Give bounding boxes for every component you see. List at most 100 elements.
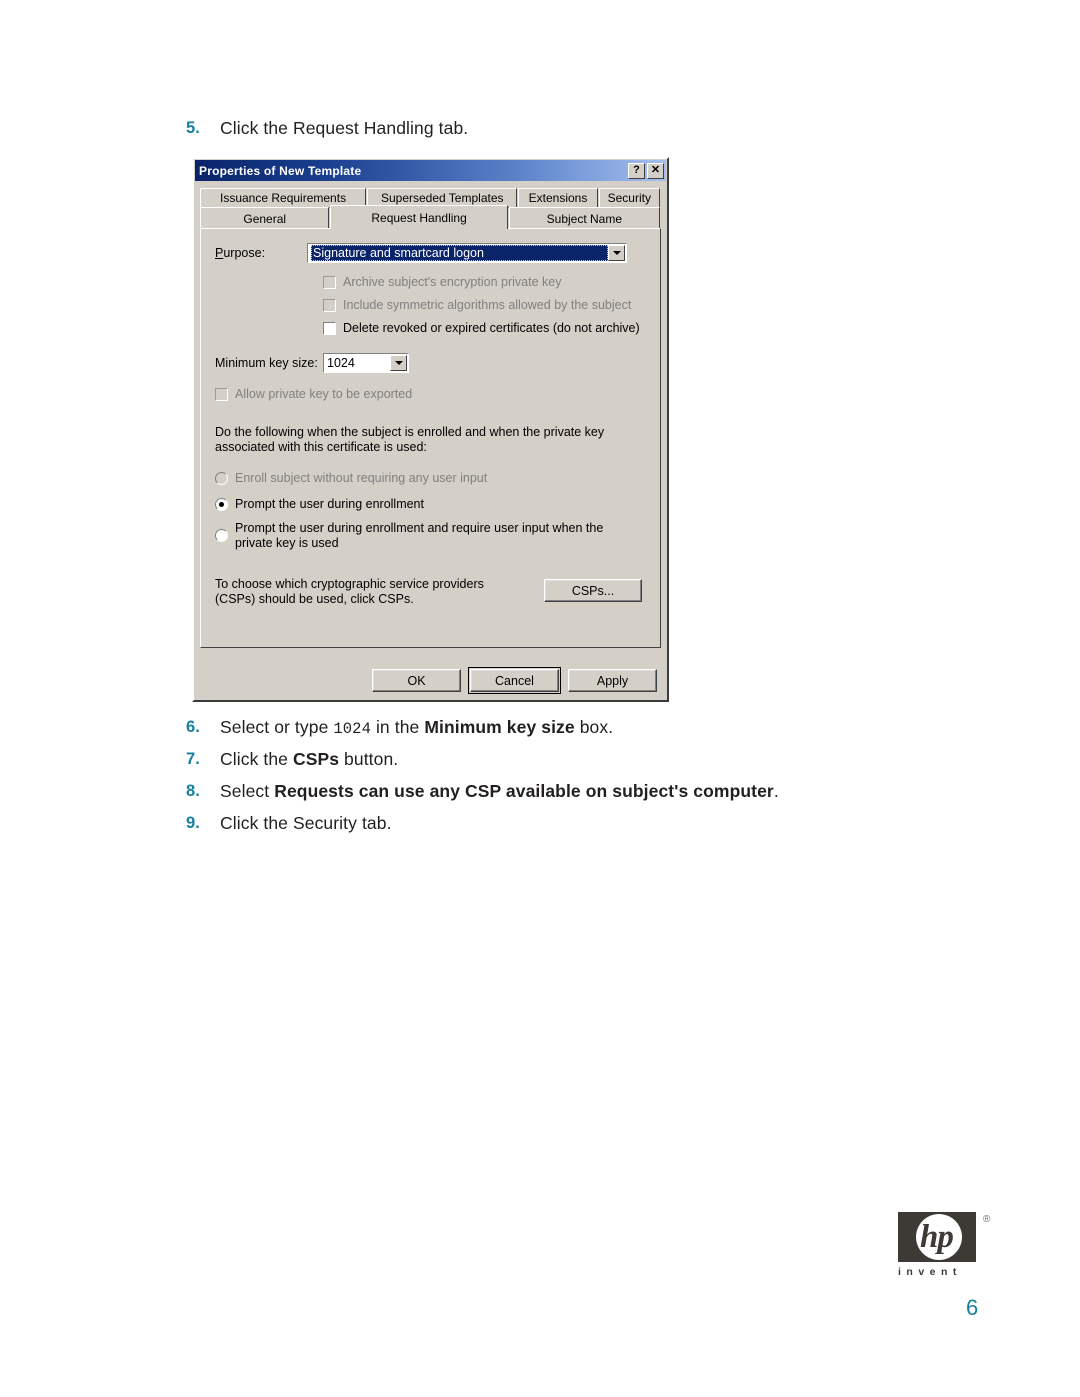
hp-logo-tagline: invent bbox=[898, 1266, 962, 1278]
chevron-down-icon[interactable] bbox=[608, 245, 625, 261]
checkbox-label: Archive subject's encryption private key bbox=[343, 275, 562, 289]
dialog-title: Properties of New Template bbox=[199, 163, 362, 178]
checkbox-icon[interactable] bbox=[323, 276, 336, 289]
checkbox-allow-private-key-export[interactable]: Allow private key to be exported bbox=[215, 387, 646, 401]
chevron-down-icon[interactable] bbox=[390, 355, 407, 371]
csps-button-label: CSPs... bbox=[571, 583, 615, 598]
step-segment-bold: CSPs bbox=[292, 749, 340, 769]
checkbox-label: Delete revoked or expired certificates (… bbox=[343, 321, 640, 335]
step-text: Select Requests can use any CSP availabl… bbox=[220, 781, 779, 802]
step-number: 6. bbox=[186, 718, 200, 736]
dialog-titlebar[interactable]: Properties of New Template ? ✕ bbox=[195, 160, 666, 181]
checkbox-icon[interactable] bbox=[215, 388, 228, 401]
radio-enroll-without-user-input[interactable]: Enroll subject without requiring any use… bbox=[215, 471, 646, 485]
csps-button[interactable]: CSPs... bbox=[544, 579, 642, 602]
step-segment: Click the Security tab. bbox=[220, 813, 392, 833]
checkbox-label: Include symmetric algorithms allowed by … bbox=[343, 298, 632, 312]
step-segment: in the bbox=[370, 717, 425, 737]
checkbox-group: Archive subject's encryption private key… bbox=[215, 275, 646, 335]
checkbox-include-symmetric-algorithms[interactable]: Include symmetric algorithms allowed by … bbox=[323, 298, 646, 312]
radio-icon[interactable] bbox=[215, 498, 228, 511]
purpose-row: PPurpose:urpose: Signature and smartcard… bbox=[215, 243, 646, 263]
step-number: 5. bbox=[186, 119, 200, 137]
tab-label: General bbox=[243, 211, 287, 226]
radio-label: Enroll subject without requiring any use… bbox=[235, 471, 488, 485]
checkbox-icon[interactable] bbox=[323, 299, 336, 312]
instruction-step-6: 6. Select or type 1024 in the Minimum ke… bbox=[186, 717, 613, 738]
step-number: 7. bbox=[186, 750, 200, 768]
csp-help-text: To choose which cryptographic service pr… bbox=[215, 577, 544, 607]
tab-subject-name[interactable]: Subject Name bbox=[508, 207, 661, 229]
tab-request-handling[interactable]: Request Handling bbox=[330, 205, 508, 229]
minimum-key-size-row: Minimum key size: 1024 bbox=[215, 353, 646, 373]
caret-glyph bbox=[394, 361, 403, 365]
step-segment-bold: Requests can use any CSP available on su… bbox=[274, 781, 774, 801]
enrollment-description-line-1: Do the following when the subject is enr… bbox=[215, 425, 605, 439]
hp-logo-letters: hp bbox=[920, 1219, 954, 1255]
checkbox-delete-revoked-certificates[interactable]: Delete revoked or expired certificates (… bbox=[323, 321, 646, 335]
instruction-step-7: 7. Click the CSPs button. bbox=[186, 749, 398, 770]
radio-icon[interactable] bbox=[215, 529, 228, 542]
step-segment: Select or type bbox=[220, 717, 334, 737]
minimum-key-size-label: Minimum key size: bbox=[215, 356, 318, 370]
help-icon[interactable]: ? bbox=[628, 162, 645, 179]
page-number: 6 bbox=[966, 1295, 979, 1320]
cancel-button-label: Cancel bbox=[495, 673, 534, 688]
hp-logo-mark: hp bbox=[898, 1212, 976, 1262]
radio-icon[interactable] bbox=[215, 472, 228, 485]
tab-general[interactable]: General bbox=[200, 207, 330, 229]
step-text: Click the Security tab. bbox=[220, 813, 392, 834]
instruction-step-9: 9. Click the Security tab. bbox=[186, 813, 392, 834]
tab-label: Issuance Requirements bbox=[220, 191, 347, 205]
purpose-value-field[interactable]: Signature and smartcard logon bbox=[309, 245, 608, 261]
step-segment: Click the Request Handling tab. bbox=[220, 118, 469, 138]
radio-label: Prompt the user during enrollment bbox=[235, 497, 424, 511]
ok-button[interactable]: OK bbox=[372, 669, 461, 692]
step-segment: Click the bbox=[220, 749, 293, 769]
step-number: 8. bbox=[186, 782, 200, 800]
csp-row: To choose which cryptographic service pr… bbox=[215, 577, 646, 607]
registered-trademark-icon: ® bbox=[983, 1214, 991, 1225]
tab-security[interactable]: Security bbox=[598, 188, 661, 208]
radio-prompt-during-enrollment[interactable]: Prompt the user during enrollment bbox=[215, 497, 646, 511]
radio-label-wrap: Prompt the user during enrollment and re… bbox=[235, 521, 603, 551]
radio-prompt-and-require-input[interactable]: Prompt the user during enrollment and re… bbox=[215, 521, 646, 551]
titlebar-buttons: ? ✕ bbox=[628, 162, 664, 179]
step-segment-bold: Minimum key size bbox=[424, 717, 575, 737]
radio-label: Prompt the user during enrollment and re… bbox=[235, 521, 604, 535]
properties-dialog: Properties of New Template ? ✕ Issuance … bbox=[192, 157, 669, 702]
step-text: Select or type 1024 in the Minimum key s… bbox=[220, 717, 613, 738]
tab-label: Request Handling bbox=[371, 210, 467, 225]
checkbox-archive-private-key[interactable]: Archive subject's encryption private key bbox=[323, 275, 646, 289]
ok-button-label: OK bbox=[407, 673, 426, 688]
minimum-key-size-combobox[interactable]: 1024 bbox=[323, 353, 409, 373]
checkbox-label: Allow private key to be exported bbox=[235, 387, 413, 401]
close-icon[interactable]: ✕ bbox=[647, 162, 664, 179]
csp-help-line-1: To choose which cryptographic service pr… bbox=[215, 577, 484, 591]
csp-help-line-2: (CSPs) should be used, click CSPs. bbox=[215, 592, 414, 606]
enrollment-description: Do the following when the subject is enr… bbox=[215, 425, 646, 455]
step-text: Click the CSPs button. bbox=[220, 749, 398, 770]
tab-label: Subject Name bbox=[546, 211, 623, 226]
tab-label: Extensions bbox=[528, 191, 588, 205]
tab-row-2: General Request Handling Subject Name bbox=[200, 205, 661, 229]
apply-button-label: Apply bbox=[596, 673, 629, 688]
request-handling-panel: PPurpose:urpose: Signature and smartcard… bbox=[200, 228, 661, 648]
purpose-combobox[interactable]: Signature and smartcard logon bbox=[307, 243, 627, 263]
tab-label: Superseded Templates bbox=[380, 191, 504, 205]
hp-logo: hp ® invent bbox=[898, 1212, 990, 1278]
caret-glyph bbox=[612, 251, 621, 255]
apply-button[interactable]: Apply bbox=[568, 669, 657, 692]
step-segment: . bbox=[773, 781, 779, 801]
minimum-key-size-field[interactable]: 1024 bbox=[325, 355, 390, 371]
cancel-button[interactable]: Cancel bbox=[468, 667, 561, 694]
step-segment-mono: 1024 bbox=[333, 720, 371, 738]
checkbox-icon[interactable] bbox=[323, 322, 336, 335]
step-segment: box. bbox=[574, 717, 614, 737]
dialog-button-bar: OK Cancel Apply bbox=[194, 667, 667, 694]
step-number: 9. bbox=[186, 814, 200, 832]
step-segment: button. bbox=[339, 749, 399, 769]
instruction-step-8: 8. Select Requests can use any CSP avail… bbox=[186, 781, 779, 802]
enrollment-radio-group: Enroll subject without requiring any use… bbox=[215, 471, 646, 551]
tab-extensions[interactable]: Extensions bbox=[518, 188, 598, 208]
